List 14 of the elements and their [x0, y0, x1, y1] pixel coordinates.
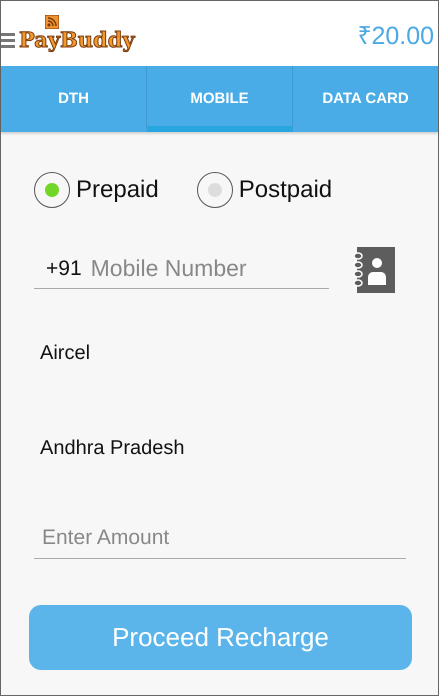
radio-label[interactable]: Postpaid — [238, 176, 332, 204]
contacts-book-icon[interactable] — [353, 247, 395, 293]
menu-icon[interactable] — [1, 33, 15, 48]
radio-label[interactable]: Prepaid — [76, 176, 159, 204]
circle-selector[interactable]: Andhra Pradesh — [34, 437, 410, 460]
mobile-number-field[interactable]: Mobile Number — [90, 255, 311, 282]
radio-button[interactable] — [196, 172, 233, 208]
amount-field[interactable]: Enter Amount — [34, 520, 406, 559]
country-code: +91 — [46, 256, 82, 280]
app-logo: PayBuddy — [19, 27, 135, 52]
rss-icon — [45, 15, 59, 29]
operator-selector[interactable]: Aircel — [34, 342, 410, 365]
radio-button[interactable] — [34, 172, 70, 208]
wallet-balance: ₹20.00 — [357, 20, 434, 50]
